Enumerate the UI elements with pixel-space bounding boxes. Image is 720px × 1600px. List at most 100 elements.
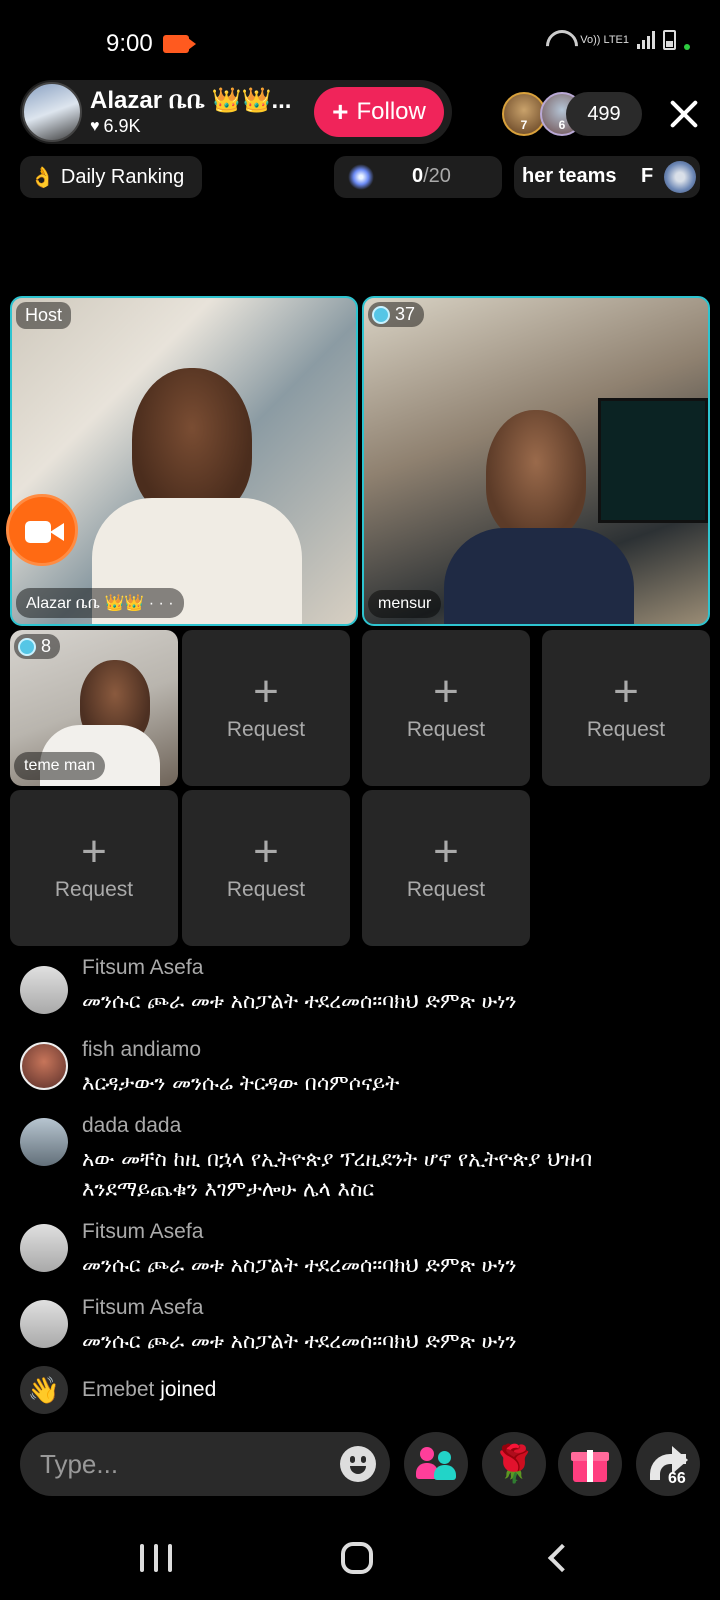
- rose-icon: 🌹: [491, 1443, 537, 1484]
- request-slot[interactable]: + Request: [362, 790, 530, 946]
- teams-letter: F: [641, 165, 654, 187]
- signal-icon: [637, 31, 655, 49]
- host-info-pill[interactable]: Alazar ቤቤ 👑👑... ♥ 6.9K + Follow: [20, 80, 452, 144]
- sparkle-icon: [348, 164, 374, 190]
- guest-video-name: mensur: [368, 590, 442, 618]
- wifi-icon: [546, 30, 572, 50]
- guest-video-face: [486, 410, 586, 540]
- screen-record-icon: [163, 35, 196, 53]
- goal-progress[interactable]: 0/20: [334, 156, 502, 198]
- host-avatar[interactable]: [22, 82, 82, 142]
- guest-level-value: 8: [41, 636, 52, 656]
- share-count: 66: [668, 1470, 686, 1487]
- request-label: Request: [226, 878, 306, 901]
- chat-text: እርዳታውን መንሱሬ ትርዳው በሳምሶናይት: [82, 1071, 400, 1095]
- progress-total: /20: [423, 165, 451, 187]
- guest-level-badge: 37: [368, 302, 425, 327]
- heart-icon: ♥: [90, 117, 100, 135]
- join-message: Emebet joined: [82, 1378, 216, 1402]
- join-username[interactable]: Emebet: [82, 1378, 154, 1401]
- teams-label: her teams: [522, 165, 617, 187]
- request-slot[interactable]: + Request: [362, 630, 530, 786]
- camera-toggle-button[interactable]: [6, 494, 78, 566]
- compass-icon: [664, 161, 696, 193]
- host-name: Alazar ቤቤ 👑👑...: [90, 87, 292, 114]
- home-nav-icon[interactable]: [341, 1542, 373, 1574]
- status-time: 9:00: [106, 30, 153, 57]
- request-label: Request: [54, 878, 134, 901]
- host-video-name: Alazar ቤቤ 👑👑 · · ·: [16, 588, 184, 618]
- request-label: Request: [226, 718, 306, 741]
- join-label: joined: [160, 1378, 217, 1401]
- teams-banner[interactable]: her teams F: [514, 156, 700, 198]
- plus-icon: +: [433, 827, 459, 876]
- chat-avatar[interactable]: [20, 966, 68, 1014]
- rose-gift-button[interactable]: 🌹: [482, 1432, 546, 1496]
- chat-avatar[interactable]: [20, 1118, 68, 1166]
- guest-video-tile[interactable]: 8 teme man: [10, 630, 178, 786]
- plus-icon: +: [433, 667, 459, 716]
- request-slot[interactable]: + Request: [10, 790, 178, 946]
- multi-guest-icon: [416, 1447, 456, 1481]
- comment-input[interactable]: [40, 1444, 320, 1484]
- chat-username[interactable]: dada dada: [82, 1114, 181, 1138]
- host-tag: Host: [16, 302, 72, 329]
- guest-level-badge: 8: [14, 634, 61, 659]
- wave-hand-icon: 👋: [20, 1366, 68, 1414]
- daily-ranking-button[interactable]: 👌 Daily Ranking: [20, 156, 202, 198]
- chat-username[interactable]: Fitsum Asefa: [82, 1296, 203, 1320]
- chat-username[interactable]: fish andiamo: [82, 1038, 201, 1062]
- progress-current: 0: [412, 165, 424, 187]
- request-slot[interactable]: + Request: [182, 630, 350, 786]
- request-label: Request: [406, 878, 486, 901]
- thumb-icon: 👌: [30, 166, 55, 189]
- plus-icon: +: [253, 667, 279, 716]
- recents-nav-icon[interactable]: [140, 1544, 172, 1572]
- guest-level-value: 37: [395, 304, 416, 324]
- gift-button[interactable]: [558, 1432, 622, 1496]
- privacy-dot-icon: [684, 44, 690, 50]
- comment-box[interactable]: [20, 1432, 390, 1496]
- chat-avatar[interactable]: [20, 1224, 68, 1272]
- host-video-face: [132, 368, 252, 518]
- chat-text: አው መቸስ ከዚ በኋላ የኢትዮጵያ ፕረዚደንት ሆኖ የኢትዮጵያ ህዝ…: [82, 1147, 593, 1201]
- host-likes: ♥ 6.9K: [90, 116, 141, 137]
- chat-text: መንሱር ጮራ መቱ አስፓልት ተደረመሰ።ባክህ ድምጽ ሁነን: [82, 989, 517, 1013]
- host-video-tile[interactable]: Host Alazar ቤቤ 👑👑 · · ·: [10, 296, 358, 626]
- request-label: Request: [586, 718, 666, 741]
- viewer-count[interactable]: 499: [566, 92, 642, 136]
- request-label: Request: [406, 718, 486, 741]
- chat-username[interactable]: Fitsum Asefa: [82, 956, 203, 980]
- guest-video-name: teme man: [14, 752, 106, 780]
- plus-icon: +: [253, 827, 279, 876]
- emoji-icon[interactable]: [340, 1446, 376, 1482]
- request-slot[interactable]: + Request: [542, 630, 710, 786]
- chat-username[interactable]: Fitsum Asefa: [82, 1220, 203, 1244]
- guest-video-tile[interactable]: 37 mensur: [362, 296, 710, 626]
- close-icon[interactable]: [666, 96, 702, 132]
- chat-avatar[interactable]: [20, 1300, 68, 1348]
- background-tv: [598, 398, 708, 523]
- follow-button[interactable]: + Follow: [314, 87, 444, 137]
- host-likes-count: 6.9K: [103, 116, 141, 136]
- plus-icon: +: [81, 827, 107, 876]
- follow-label: Follow: [356, 98, 426, 125]
- guest-video-body: [444, 528, 634, 624]
- request-slot[interactable]: + Request: [182, 790, 350, 946]
- daily-ranking-label: Daily Ranking: [60, 165, 185, 188]
- gift-icon: [571, 1446, 609, 1482]
- plus-icon: +: [332, 96, 349, 127]
- battery-icon: [663, 30, 676, 50]
- diamond-icon: [18, 637, 36, 656]
- back-nav-icon[interactable]: [547, 1543, 577, 1573]
- network-label: Vo)) LTE1: [580, 34, 629, 46]
- progress-text: 0/20: [412, 165, 451, 188]
- chat-text: መንሱር ጮራ መቱ አስፓልት ተደረመሰ።ባክህ ድምጽ ሁነን: [82, 1329, 517, 1353]
- plus-icon: +: [613, 667, 639, 716]
- multi-guest-button[interactable]: [404, 1432, 468, 1496]
- status-bar: 9:00 Vo)) LTE1: [0, 0, 720, 80]
- chat-avatar[interactable]: [20, 1042, 68, 1090]
- chat-text: መንሱር ጮራ መቱ አስፓልት ተደረመሰ።ባክህ ድምጽ ሁነን: [82, 1253, 517, 1277]
- diamond-icon: [372, 305, 390, 324]
- status-icons: Vo)) LTE1: [546, 30, 690, 50]
